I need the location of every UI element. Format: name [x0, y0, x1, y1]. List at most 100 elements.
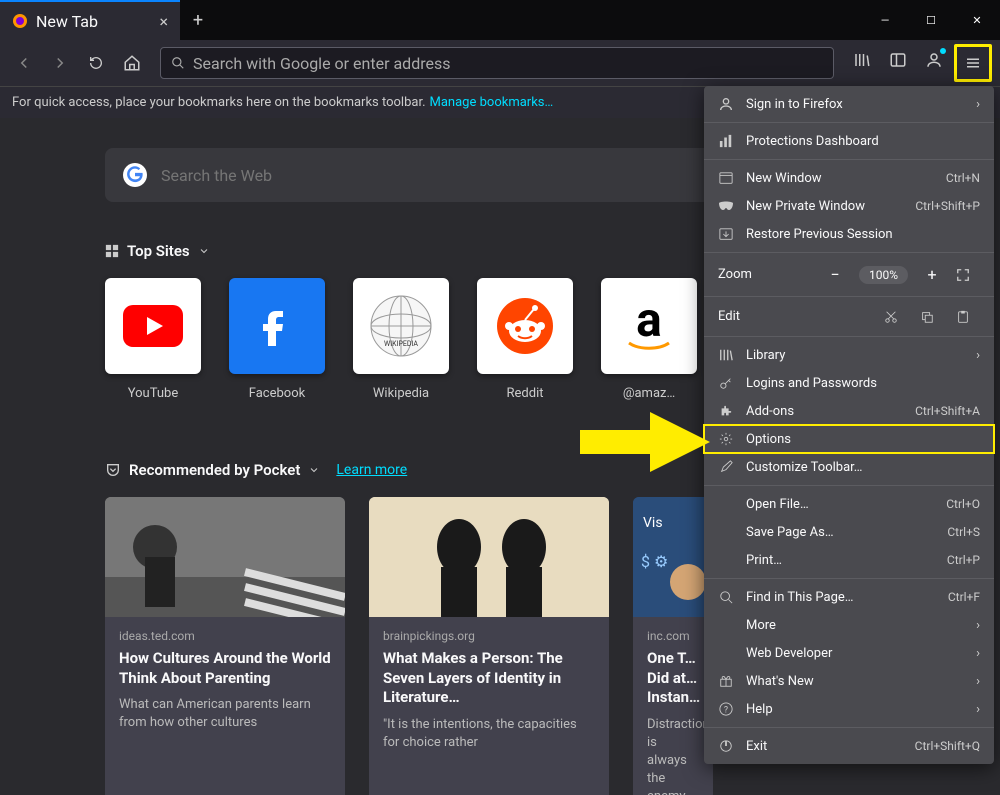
- card-desc: What can American parents learn from how…: [119, 696, 331, 732]
- menu-zoom: Zoom − 100% +: [704, 257, 994, 292]
- card-image: [369, 497, 609, 617]
- top-sites-label: Top Sites: [127, 242, 190, 260]
- menu-signin[interactable]: Sign in to Firefox ›: [704, 90, 994, 118]
- menu-web-developer[interactable]: Web Developer ›: [704, 639, 994, 667]
- menu-logins[interactable]: Logins and Passwords: [704, 369, 994, 397]
- svg-text:?: ?: [724, 706, 728, 716]
- chevron-right-icon: ›: [976, 702, 980, 717]
- close-window-button[interactable]: ✕: [954, 0, 1000, 40]
- menu-customize[interactable]: Customize Toolbar…: [704, 453, 994, 481]
- search-icon: [718, 589, 734, 605]
- tab-new-tab[interactable]: New Tab ×: [0, 0, 180, 40]
- pocket-card[interactable]: brainpickings.org What Makes a Person: T…: [369, 497, 609, 795]
- card-title: One T… Did at… Instan…: [647, 649, 699, 708]
- tile-youtube[interactable]: YouTube: [105, 278, 201, 401]
- menu-open-file[interactable]: Open File… Ctrl+O: [704, 490, 994, 518]
- menu-library[interactable]: Library ›: [704, 341, 994, 369]
- card-desc: "It is the intentions, the capacities fo…: [383, 716, 595, 752]
- help-icon: ?: [718, 701, 734, 717]
- fullscreen-button[interactable]: [956, 268, 980, 282]
- menu-whats-new[interactable]: What's New ›: [704, 667, 994, 695]
- svg-text:$ ⚙: $ ⚙: [641, 552, 668, 571]
- learn-more-link[interactable]: Learn more: [336, 462, 407, 478]
- chevron-right-icon: ›: [976, 674, 980, 689]
- restore-icon: [718, 226, 734, 242]
- cut-button[interactable]: [884, 310, 908, 324]
- menu-more[interactable]: More ›: [704, 611, 994, 639]
- tile-amazon[interactable]: a @amaz…: [601, 278, 697, 401]
- svg-text:a: a: [636, 291, 662, 348]
- menu-new-private[interactable]: New Private Window Ctrl+Shift+P: [704, 192, 994, 220]
- card-source: inc.com: [647, 629, 699, 643]
- hamburger-menu-button[interactable]: [957, 47, 989, 79]
- menu-print[interactable]: Print… Ctrl+P: [704, 546, 994, 574]
- gift-icon: [718, 673, 734, 689]
- copy-button[interactable]: [920, 310, 944, 324]
- forward-button[interactable]: [44, 47, 76, 79]
- mask-icon: [718, 198, 734, 214]
- menu-save-page[interactable]: Save Page As… Ctrl+S: [704, 518, 994, 546]
- tile-wikipedia[interactable]: WIKIPEDIA Wikipedia: [353, 278, 449, 401]
- firefox-icon: [12, 13, 28, 29]
- reload-button[interactable]: [80, 47, 112, 79]
- menu-options[interactable]: Options: [704, 425, 994, 453]
- menu-new-window[interactable]: New Window Ctrl+N: [704, 164, 994, 192]
- gear-icon: [718, 431, 734, 447]
- url-bar[interactable]: Search with Google or enter address: [160, 47, 834, 79]
- home-button[interactable]: [116, 47, 148, 79]
- zoom-value: 100%: [859, 266, 908, 284]
- svg-text:WIKIPEDIA: WIKIPEDIA: [384, 340, 418, 348]
- add-tab-button[interactable]: +: [180, 0, 216, 40]
- card-desc: Distraction is always the enemy. This on…: [647, 716, 699, 795]
- url-placeholder: Search with Google or enter address: [193, 54, 451, 73]
- window-icon: [718, 170, 734, 186]
- search-icon: [171, 56, 185, 70]
- card-title: How Cultures Around the World Think Abou…: [119, 649, 331, 688]
- card-image: Vis$ ⚙: [633, 497, 713, 617]
- menu-protections[interactable]: Protections Dashboard: [704, 127, 994, 155]
- pocket-icon: [105, 462, 121, 478]
- chevron-right-icon: ›: [976, 646, 980, 661]
- tile-facebook[interactable]: Facebook: [229, 278, 325, 401]
- chevron-down-icon: [308, 464, 320, 476]
- menu-exit[interactable]: Exit Ctrl+Shift+Q: [704, 732, 994, 760]
- paste-button[interactable]: [956, 310, 980, 324]
- tab-title: New Tab: [36, 12, 98, 31]
- dashboard-icon: [718, 133, 734, 149]
- zoom-out-button[interactable]: −: [823, 265, 847, 284]
- puzzle-icon: [718, 403, 734, 419]
- menu-find[interactable]: Find in This Page… Ctrl+F: [704, 583, 994, 611]
- zoom-in-button[interactable]: +: [920, 265, 944, 284]
- back-button[interactable]: [8, 47, 40, 79]
- key-icon: [718, 375, 734, 391]
- menu-restore[interactable]: Restore Previous Session: [704, 220, 994, 248]
- account-button[interactable]: [918, 44, 950, 76]
- sidebar-button[interactable]: [882, 44, 914, 76]
- bookmarks-hint: For quick access, place your bookmarks h…: [12, 95, 426, 110]
- chevron-right-icon: ›: [976, 348, 980, 363]
- card-image: [105, 497, 345, 617]
- card-title: What Makes a Person: The Seven Layers of…: [383, 649, 595, 708]
- minimize-button[interactable]: —: [862, 0, 908, 40]
- power-icon: [718, 738, 734, 754]
- titlebar: New Tab × + — ☐ ✕: [0, 0, 1000, 40]
- window-controls: — ☐ ✕: [862, 0, 1000, 40]
- card-source: brainpickings.org: [383, 629, 595, 643]
- maximize-button[interactable]: ☐: [908, 0, 954, 40]
- chevron-right-icon: ›: [976, 97, 980, 112]
- google-icon: [123, 163, 147, 187]
- library-icon: [718, 347, 734, 363]
- app-menu: Sign in to Firefox › Protections Dashboa…: [704, 86, 994, 764]
- menu-addons[interactable]: Add-ons Ctrl+Shift+A: [704, 397, 994, 425]
- pocket-card[interactable]: Vis$ ⚙ inc.com One T… Did at… Instan… Di…: [633, 497, 713, 795]
- close-icon[interactable]: ×: [159, 12, 168, 31]
- tile-reddit[interactable]: Reddit: [477, 278, 573, 401]
- nav-toolbar: Search with Google or enter address: [0, 40, 1000, 86]
- grid-icon: [105, 244, 119, 258]
- manage-bookmarks-link[interactable]: Manage bookmarks…: [430, 95, 554, 110]
- pocket-card[interactable]: ideas.ted.com How Cultures Around the Wo…: [105, 497, 345, 795]
- library-button[interactable]: [846, 44, 878, 76]
- chevron-down-icon: [198, 245, 210, 257]
- card-source: ideas.ted.com: [119, 629, 331, 643]
- menu-help[interactable]: ? Help ›: [704, 695, 994, 723]
